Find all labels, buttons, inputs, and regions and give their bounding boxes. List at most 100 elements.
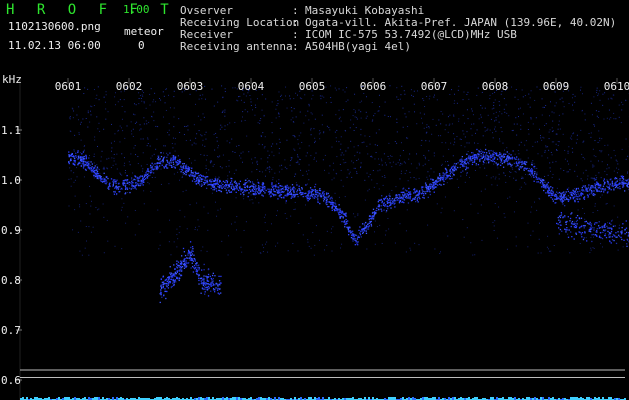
noise-dot: [625, 158, 627, 160]
noise-dot: [606, 168, 608, 170]
noise-dot: [259, 122, 261, 124]
signal-dot: [268, 193, 270, 196]
noise-dot: [256, 169, 258, 171]
noise-dot: [368, 176, 370, 178]
noise-dot: [294, 136, 296, 138]
noise-dot: [374, 144, 376, 146]
signal-dot: [139, 175, 142, 177]
noise-dot: [435, 124, 437, 126]
signal-dot: [207, 283, 210, 285]
noise-dot: [351, 176, 353, 178]
noise-dot: [145, 120, 147, 122]
noise-dot: [456, 136, 458, 138]
signal-dot: [515, 158, 517, 160]
noise-dot: [263, 247, 265, 249]
noise-dot: [505, 181, 507, 183]
signal-dot: [164, 288, 166, 290]
signal-dot: [134, 186, 136, 189]
signal-dot: [136, 184, 138, 186]
noise-dot: [532, 145, 534, 147]
signal-dot: [212, 282, 214, 285]
signal-dot: [369, 215, 371, 218]
signal-dot: [103, 172, 105, 174]
signal-dot: [292, 188, 294, 191]
signal-dot: [193, 264, 196, 267]
noise-dot: [429, 95, 431, 97]
signal-dot: [552, 192, 555, 194]
signal-dot: [361, 223, 364, 225]
noise-dot: [472, 152, 474, 154]
signal-dot: [246, 189, 249, 191]
signal-dot: [100, 176, 102, 178]
noise-dot: [243, 198, 245, 200]
noise-dot: [117, 130, 119, 132]
noise-dot: [237, 96, 239, 98]
signal-dot: [371, 218, 373, 220]
signal-dot: [150, 164, 152, 167]
noise-dot: [108, 157, 110, 159]
noise-dot: [218, 145, 220, 147]
noise-dot: [168, 183, 170, 185]
signal-dot: [451, 166, 453, 168]
signal-dot: [189, 241, 192, 243]
signal-dot: [178, 279, 180, 282]
noise-dot: [604, 144, 606, 146]
noise-dot: [280, 95, 282, 97]
noise-dot: [487, 114, 489, 116]
noise-dot: [423, 127, 425, 129]
signal-dot: [554, 198, 556, 200]
noise-dot: [525, 183, 527, 185]
noise-dot: [617, 249, 619, 251]
noise-dot: [556, 149, 558, 151]
noise-dot: [148, 183, 150, 185]
signal-dot: [499, 158, 501, 160]
signal-dot: [256, 191, 259, 193]
signal-dot: [443, 175, 445, 178]
signal-dot: [229, 183, 231, 185]
noise-dot: [81, 254, 83, 256]
signal-dot: [545, 186, 548, 188]
noise-dot: [538, 128, 540, 130]
noise-dot: [73, 181, 75, 183]
noise-dot: [499, 104, 501, 106]
signal-dot: [434, 183, 436, 185]
noise-dot: [454, 141, 456, 143]
noise-dot: [581, 180, 583, 182]
noise-dot: [121, 248, 123, 250]
noise-dot: [153, 153, 155, 155]
noise-dot: [466, 131, 468, 133]
signal-dot: [611, 182, 613, 184]
noise-dot: [284, 159, 286, 161]
signal-dot: [482, 156, 485, 158]
noise-dot: [331, 250, 333, 252]
noise-dot: [173, 90, 175, 92]
noise-dot: [202, 113, 204, 115]
signal-dot: [219, 189, 221, 192]
signal-dot: [446, 170, 448, 172]
noise-dot: [524, 95, 526, 97]
noise-dot: [181, 175, 183, 177]
signal-dot: [270, 188, 272, 191]
signal-dot: [210, 277, 212, 280]
signal-dot: [193, 254, 195, 256]
noise-dot: [498, 206, 500, 208]
signal-dot: [209, 275, 211, 278]
noise-dot: [405, 251, 407, 253]
noise-dot: [274, 172, 276, 174]
signal-dot: [503, 155, 506, 158]
signal-dot: [166, 167, 168, 169]
noise-dot: [477, 212, 479, 214]
signal-dot: [103, 168, 105, 170]
signal-dot: [226, 184, 228, 186]
signal-dot: [415, 190, 417, 193]
noise-dot: [513, 177, 515, 179]
noise-dot: [468, 176, 470, 178]
noise-dot: [493, 229, 495, 231]
signal-dot: [460, 171, 462, 174]
noise-dot: [80, 220, 82, 222]
signal-dot: [213, 291, 216, 293]
noise-dot: [370, 155, 372, 157]
noise-dot: [595, 110, 597, 112]
signal-dot: [541, 179, 543, 181]
signal-dot: [439, 183, 441, 186]
